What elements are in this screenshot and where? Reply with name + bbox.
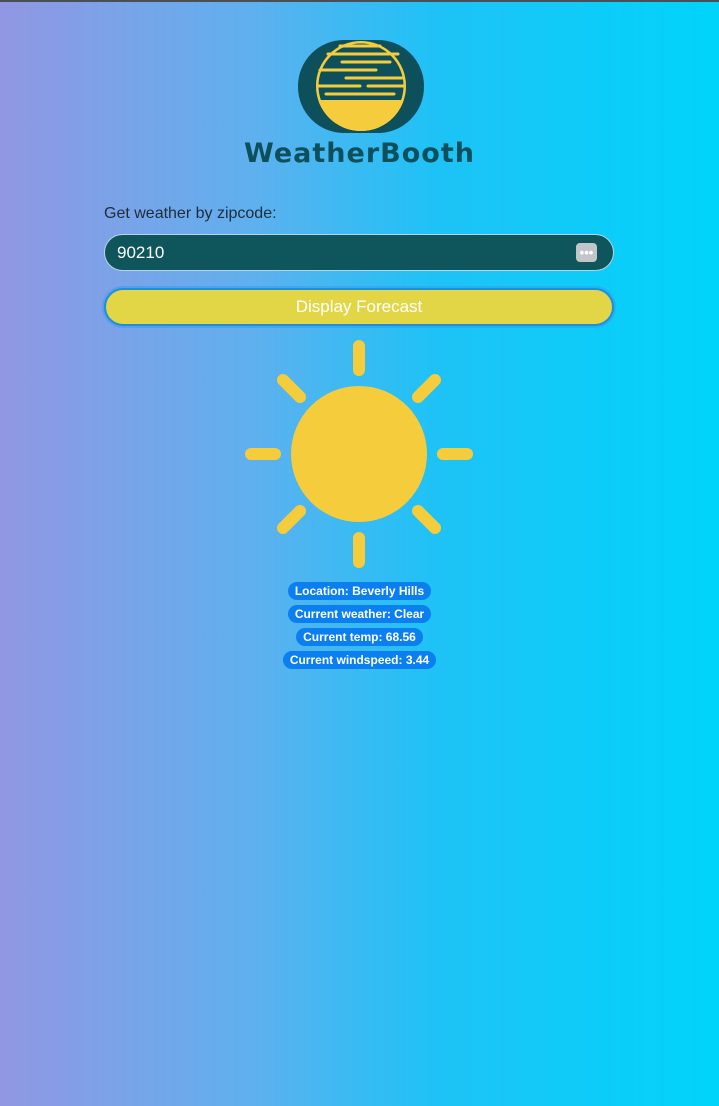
current-weather-badge: Current weather: Clear (287, 605, 432, 623)
sun-icon (245, 340, 473, 568)
location-badge: Location: Beverly Hills (287, 582, 432, 600)
window-top-border (0, 0, 719, 2)
brand-name: WeatherBooth (244, 138, 475, 169)
autofill-icon[interactable]: ••• (576, 243, 597, 262)
current-windspeed-badge: Current windspeed: 3.44 (282, 651, 437, 669)
weatherbooth-logo-icon (298, 40, 424, 133)
display-forecast-button[interactable]: Display Forecast (104, 288, 614, 326)
weather-results: Location: Beverly Hills Current weather:… (0, 582, 719, 674)
zipcode-field-wrapper[interactable]: ••• (104, 234, 614, 271)
zipcode-input[interactable] (105, 235, 565, 270)
current-temp-badge: Current temp: 68.56 (296, 628, 423, 646)
zipcode-label: Get weather by zipcode: (104, 205, 277, 222)
